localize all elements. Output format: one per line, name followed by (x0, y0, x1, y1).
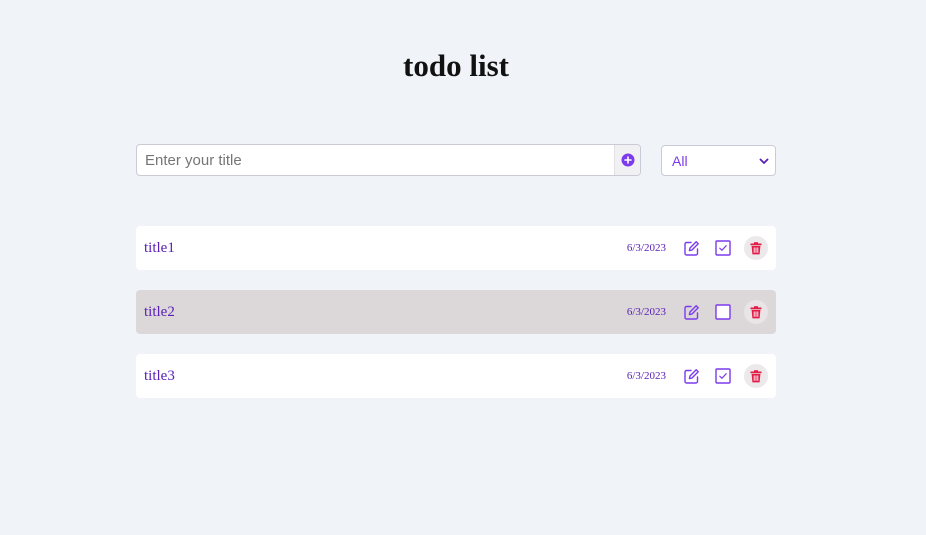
edit-button[interactable] (680, 365, 702, 387)
todo-title: title3 (144, 367, 175, 384)
todo-list: title1 6/3/2023 title2 6/3/2023 title3 6… (136, 226, 776, 418)
title-input[interactable] (137, 145, 614, 175)
status-filter-select[interactable]: All (661, 145, 776, 176)
chevron-down-icon (759, 158, 769, 164)
status-filter-value: All (672, 152, 688, 169)
page-title: todo list (403, 48, 509, 83)
todo-item: title2 6/3/2023 (136, 290, 776, 334)
plus-circle-icon (621, 153, 634, 167)
edit-button[interactable] (680, 301, 702, 323)
trash-icon (750, 241, 762, 254)
trash-icon (750, 305, 762, 318)
todo-date: 6/3/2023 (626, 242, 666, 254)
todo-date: 6/3/2023 (626, 370, 666, 382)
complete-toggle-button[interactable] (712, 237, 734, 259)
delete-button[interactable] (744, 236, 768, 260)
add-todo-button[interactable] (614, 145, 640, 175)
edit-button[interactable] (680, 237, 702, 259)
trash-icon (750, 369, 762, 382)
todo-title: title2 (144, 303, 175, 320)
delete-button[interactable] (744, 300, 768, 324)
pencil-square-icon (683, 304, 699, 320)
todo-item: title1 6/3/2023 (136, 226, 776, 270)
checkbox-empty-icon (715, 304, 731, 320)
title-input-group (136, 144, 641, 176)
pencil-square-icon (683, 240, 699, 256)
page: todo list All title1 6/3/2023 (0, 0, 926, 535)
complete-toggle-button[interactable] (712, 301, 734, 323)
todo-title: title1 (144, 239, 175, 256)
delete-button[interactable] (744, 364, 768, 388)
todo-date: 6/3/2023 (626, 306, 666, 318)
checkbox-checked-icon (715, 368, 731, 384)
checkbox-checked-icon (715, 240, 731, 256)
pencil-square-icon (683, 368, 699, 384)
complete-toggle-button[interactable] (712, 365, 734, 387)
todo-item: title3 6/3/2023 (136, 354, 776, 398)
